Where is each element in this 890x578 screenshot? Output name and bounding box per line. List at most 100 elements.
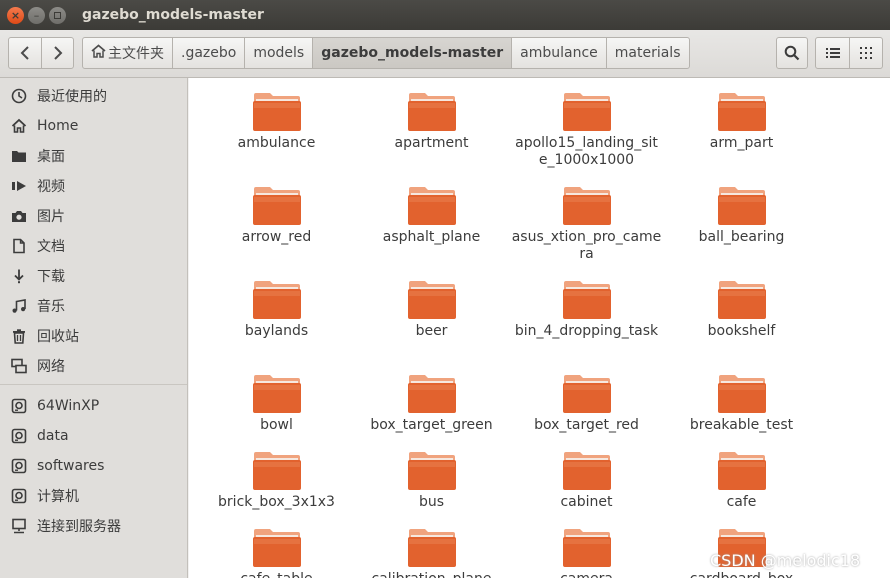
- search-icon: [784, 45, 800, 61]
- sidebar-item[interactable]: 音乐: [0, 291, 187, 321]
- folder-name: apartment: [394, 135, 469, 151]
- folder-name: arrow_red: [241, 229, 312, 245]
- folder-item[interactable]: apartment: [354, 92, 509, 152]
- sidebar-item[interactable]: 计算机: [0, 481, 187, 511]
- folder-icon: [562, 92, 611, 132]
- sidebar-item[interactable]: 桌面: [0, 141, 187, 171]
- sidebar-item-label: 视频: [37, 179, 65, 195]
- download-icon: [10, 267, 28, 285]
- sidebar-item[interactable]: 视频: [0, 171, 187, 201]
- folder-name: calibration_plane: [357, 571, 507, 578]
- network-icon: [10, 357, 28, 375]
- window-maximize-button[interactable]: [49, 6, 66, 24]
- list-view-button[interactable]: [816, 38, 849, 68]
- folder-item[interactable]: box_target_green: [354, 374, 509, 434]
- drive-icon: [10, 487, 28, 505]
- home-icon: [91, 44, 106, 62]
- folder-item[interactable]: cabinet: [509, 451, 664, 511]
- folder-icon: [717, 92, 766, 132]
- window-close-button[interactable]: ×: [7, 6, 24, 24]
- folder-name: asphalt_plane: [382, 229, 481, 245]
- watermark: CSDN @melodic18: [710, 551, 861, 570]
- folder-item[interactable]: asus_xtion_pro_camera: [509, 186, 664, 263]
- breadcrumb-item[interactable]: gazebo_models-master: [312, 38, 512, 68]
- drive-icon: [10, 397, 28, 415]
- grid-view-button[interactable]: [849, 38, 882, 68]
- folder-item[interactable]: camera: [509, 528, 664, 578]
- sidebar-item-label: 下载: [37, 269, 65, 285]
- folder-item[interactable]: cafe_table: [199, 528, 354, 578]
- folder-item[interactable]: cafe: [664, 451, 819, 511]
- list-view-icon: [825, 48, 840, 58]
- folder-item[interactable]: ball_bearing: [664, 186, 819, 246]
- sidebar-item-label: 音乐: [37, 299, 65, 315]
- sidebar-item[interactable]: data: [0, 421, 187, 451]
- sidebar-item-label: 64WinXP: [37, 398, 100, 414]
- sidebar-item-label: 最近使用的: [37, 89, 107, 105]
- search-button[interactable]: [776, 37, 808, 69]
- folder-icon: [252, 280, 301, 320]
- view-mode-group: [815, 37, 883, 69]
- sidebar-item[interactable]: 下载: [0, 261, 187, 291]
- folder-name: box_target_green: [370, 417, 493, 433]
- sidebar-item[interactable]: 网络: [0, 351, 187, 381]
- sidebar-item-label: 文档: [37, 239, 65, 255]
- folder-item[interactable]: ambulance: [199, 92, 354, 152]
- folder-icon: [562, 280, 611, 320]
- sidebar-item-label: 图片: [37, 209, 65, 225]
- window-minimize-button[interactable]: –: [28, 6, 45, 24]
- folder-item[interactable]: bus: [354, 451, 509, 511]
- back-button[interactable]: [9, 38, 41, 68]
- folder-item[interactable]: calibration_plane: [354, 528, 509, 578]
- breadcrumb-label: models: [253, 45, 305, 61]
- folder-item[interactable]: brick_box_3x1x3: [199, 451, 354, 511]
- sidebar-item[interactable]: 64WinXP: [0, 391, 187, 421]
- sidebar-item-label: 回收站: [37, 329, 79, 345]
- chevron-left-icon: [20, 46, 29, 60]
- folder-item[interactable]: box_target_red: [509, 374, 664, 434]
- folder-item[interactable]: beer: [354, 280, 509, 340]
- drive-icon: [10, 427, 28, 445]
- folder-icon: [252, 528, 301, 568]
- folder-item[interactable]: apollo15_landing_site_1000x1000: [509, 92, 664, 169]
- folder-icon: [407, 92, 456, 132]
- breadcrumb-item[interactable]: models: [244, 38, 312, 68]
- folder-name: arm_part: [709, 135, 774, 151]
- sidebar-item[interactable]: 图片: [0, 201, 187, 231]
- video-icon: [10, 177, 28, 195]
- folder-icon: [407, 528, 456, 568]
- breadcrumb-item[interactable]: 主文件夹: [83, 38, 172, 68]
- folder-icon: [252, 186, 301, 226]
- breadcrumb-item[interactable]: .gazebo: [172, 38, 244, 68]
- music-icon: [10, 297, 28, 315]
- folder-item[interactable]: arm_part: [664, 92, 819, 152]
- sidebar: 最近使用的 Home 桌面视频图片文档下载音乐回收站网络 64WinXP data sof…: [0, 78, 188, 578]
- forward-button[interactable]: [41, 38, 73, 68]
- breadcrumb-item[interactable]: materials: [605, 38, 689, 68]
- folder-item[interactable]: bin_4_dropping_task: [509, 280, 664, 340]
- folder-item[interactable]: asphalt_plane: [354, 186, 509, 246]
- sidebar-item[interactable]: 文档: [0, 231, 187, 261]
- folder-name: brick_box_3x1x3: [218, 494, 335, 510]
- sidebar-item[interactable]: Home: [0, 111, 187, 141]
- desktop-folder-icon: [10, 147, 28, 165]
- sidebar-item[interactable]: 回收站: [0, 321, 187, 351]
- sidebar-item[interactable]: softwares: [0, 451, 187, 481]
- trash-icon: [10, 327, 28, 345]
- folder-item[interactable]: breakable_test: [664, 374, 819, 434]
- breadcrumb-label: 主文件夹: [108, 46, 164, 62]
- folder-icon: [252, 451, 301, 491]
- folder-icon: [407, 280, 456, 320]
- folder-item[interactable]: arrow_red: [199, 186, 354, 246]
- sidebar-item[interactable]: 最近使用的: [0, 81, 187, 111]
- folder-icon: [252, 92, 301, 132]
- folder-item[interactable]: baylands: [199, 280, 354, 340]
- folder-item[interactable]: bookshelf: [664, 280, 819, 340]
- folder-icon: [562, 451, 611, 491]
- sidebar-item-label: 桌面: [37, 149, 65, 165]
- breadcrumb-item[interactable]: ambulance: [511, 38, 606, 68]
- folder-name: cafe_table: [202, 571, 352, 578]
- sidebar-item[interactable]: 连接到服务器: [0, 511, 187, 541]
- folder-name: bus: [418, 494, 445, 510]
- folder-item[interactable]: bowl: [199, 374, 354, 434]
